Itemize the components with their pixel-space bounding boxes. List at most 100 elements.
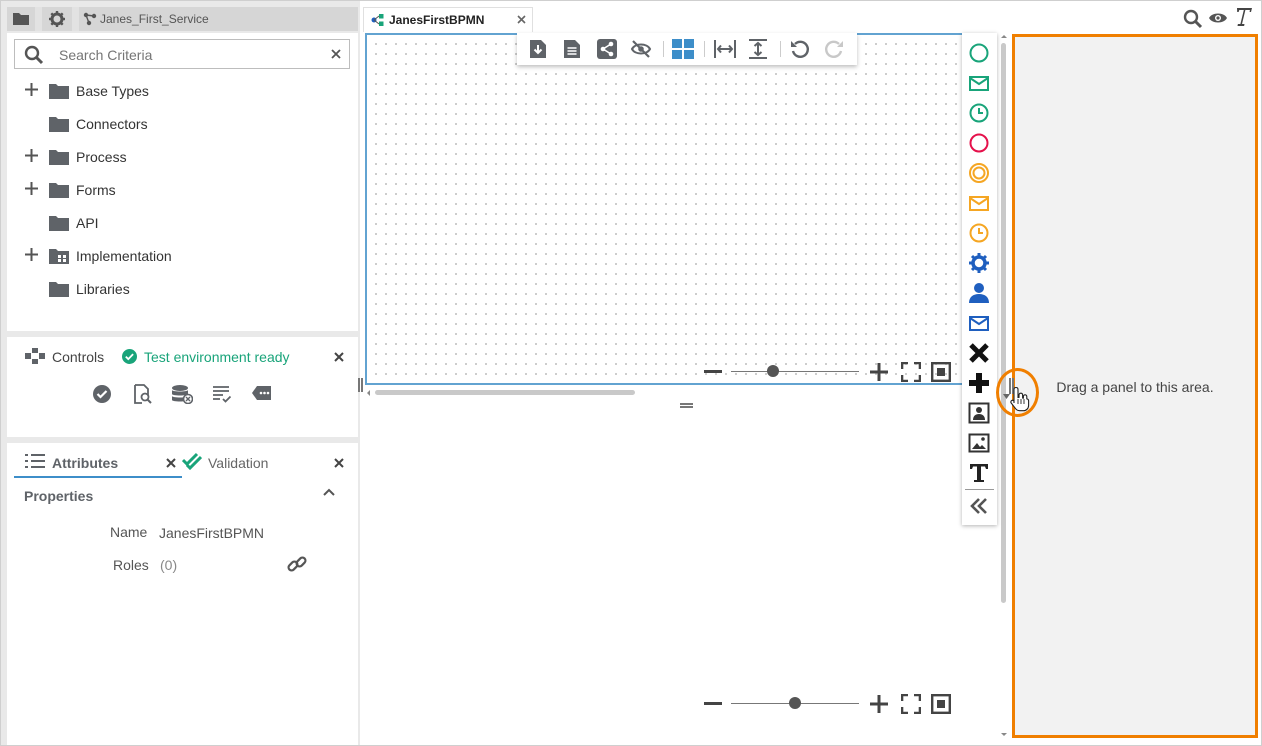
name-label: Name	[110, 524, 148, 540]
vertical-splitter-handle[interactable]	[358, 378, 363, 392]
scroll-up-arrow[interactable]	[1001, 35, 1007, 38]
fit-height-icon[interactable]	[748, 39, 768, 59]
panel-drop-zone[interactable]: Drag a panel to this area.	[1012, 34, 1258, 738]
tree-item-process[interactable]: Process	[7, 141, 358, 174]
start-event-icon[interactable]	[968, 42, 990, 64]
download-file-icon[interactable]	[529, 39, 547, 59]
eye-icon[interactable]	[1208, 11, 1228, 25]
fullscreen-icon[interactable]	[901, 362, 921, 382]
tab-janes-first-bpmn[interactable]: JanesFirstBPMN	[363, 7, 533, 32]
parallel-gateway-icon[interactable]	[968, 372, 990, 394]
project-selector[interactable]: Janes_First_Service	[79, 7, 358, 31]
toolbar-separator	[704, 41, 705, 57]
zoom-in-icon[interactable]	[870, 695, 888, 713]
timer-start-event-icon[interactable]	[968, 102, 990, 124]
service-task-icon[interactable]	[968, 252, 990, 274]
scroll-down-arrow[interactable]	[1001, 733, 1007, 736]
toolbar-separator	[663, 41, 664, 57]
link-icon[interactable]	[287, 554, 307, 574]
tree-item-label: Process	[76, 149, 127, 165]
horizontal-splitter-handle[interactable]	[680, 403, 693, 408]
document-icon[interactable]	[563, 39, 581, 59]
zoom-slider-knob[interactable]	[767, 365, 780, 377]
gear-icon	[49, 11, 65, 27]
tree-item-connectors[interactable]: Connectors	[7, 108, 358, 141]
user-task-icon[interactable]	[968, 282, 990, 304]
pool-participant-icon[interactable]	[968, 402, 990, 424]
explorer-tree: Base Types Connectors Process Forms API …	[7, 75, 358, 315]
database-icon[interactable]	[171, 384, 193, 404]
scrollbar-thumb[interactable]	[1001, 43, 1006, 603]
hide-icon[interactable]	[630, 39, 652, 59]
tab-attributes[interactable]: Attributes	[14, 443, 182, 478]
close-attributes-icon[interactable]	[166, 458, 176, 468]
timer-intermediate-event-icon[interactable]	[968, 222, 990, 244]
zoom-out-icon[interactable]	[704, 702, 722, 705]
scroll-left-arrow[interactable]	[367, 390, 370, 396]
tree-item-label: API	[76, 215, 99, 231]
text-annotation-icon[interactable]	[968, 462, 990, 484]
service-icon	[83, 12, 97, 26]
run-tests-icon[interactable]	[92, 384, 112, 404]
tree-item-api[interactable]: API	[7, 207, 358, 240]
folder-button[interactable]	[7, 7, 35, 31]
expand-icon[interactable]	[25, 182, 38, 195]
explorer-panel: Base Types Connectors Process Forms API …	[7, 33, 358, 331]
exclusive-gateway-icon[interactable]	[968, 342, 990, 364]
tree-item-base-types[interactable]: Base Types	[7, 75, 358, 108]
expand-icon[interactable]	[25, 149, 38, 162]
image-icon[interactable]	[968, 432, 990, 454]
attributes-panel: Attributes Validation Properties Name Ja…	[7, 443, 358, 746]
close-validation-icon[interactable]	[334, 458, 344, 468]
message-start-event-icon[interactable]	[968, 72, 990, 94]
controls-icon	[25, 348, 45, 364]
tree-item-implementation[interactable]: Implementation	[7, 240, 358, 273]
tree-item-libraries[interactable]: Libraries	[7, 273, 358, 306]
project-name: Janes_First_Service	[100, 12, 209, 26]
scrollbar-thumb[interactable]	[375, 390, 635, 395]
expand-icon[interactable]	[25, 248, 38, 261]
expand-arrow-icon[interactable]	[1003, 394, 1010, 399]
name-value[interactable]: JanesFirstBPMN	[159, 525, 264, 541]
search-box	[14, 39, 350, 69]
list-check-icon[interactable]	[213, 385, 231, 403]
message-intermediate-event-icon[interactable]	[968, 192, 990, 214]
zoom-in-icon[interactable]	[870, 363, 888, 381]
toolbar-separator	[780, 41, 781, 57]
intermediate-event-icon[interactable]	[968, 162, 990, 184]
clear-search-icon[interactable]	[331, 49, 341, 59]
close-tab-icon[interactable]	[517, 15, 526, 24]
share-icon[interactable]	[597, 39, 617, 59]
expand-icon[interactable]	[25, 83, 38, 96]
settings-button[interactable]	[42, 7, 72, 31]
fit-width-icon[interactable]	[714, 39, 736, 59]
tree-item-label: Connectors	[76, 116, 148, 132]
layout-grid-icon[interactable]	[672, 39, 694, 59]
tab-label: JanesFirstBPMN	[389, 13, 485, 27]
tab-validation[interactable]: Validation	[182, 443, 342, 478]
fullscreen-icon[interactable]	[901, 694, 921, 714]
send-task-icon[interactable]	[968, 312, 990, 334]
horizontal-scrollbar[interactable]	[365, 388, 995, 398]
properties-heading: Properties	[24, 488, 94, 504]
zoom-out-icon[interactable]	[704, 370, 722, 373]
tree-item-forms[interactable]: Forms	[7, 174, 358, 207]
collapse-palette-icon[interactable]	[968, 496, 990, 516]
redo-icon[interactable]	[824, 39, 844, 59]
collapse-chevron-icon[interactable]	[323, 488, 335, 496]
search-icon[interactable]	[1183, 9, 1203, 29]
undo-icon[interactable]	[790, 39, 810, 59]
inspect-icon[interactable]	[132, 384, 152, 404]
tag-icon[interactable]	[252, 385, 272, 401]
end-event-icon[interactable]	[968, 132, 990, 154]
search-input[interactable]	[59, 45, 319, 65]
close-controls-icon[interactable]	[334, 352, 344, 362]
diagram-canvas[interactable]	[365, 33, 996, 385]
tab-validation-label: Validation	[208, 455, 269, 471]
fit-page-icon[interactable]	[931, 694, 951, 714]
zoom-slider-track[interactable]	[731, 371, 859, 372]
fit-page-icon[interactable]	[931, 362, 951, 382]
text-style-icon[interactable]	[1235, 7, 1253, 27]
tree-item-label: Libraries	[76, 281, 130, 297]
zoom-slider-knob[interactable]	[789, 697, 801, 709]
